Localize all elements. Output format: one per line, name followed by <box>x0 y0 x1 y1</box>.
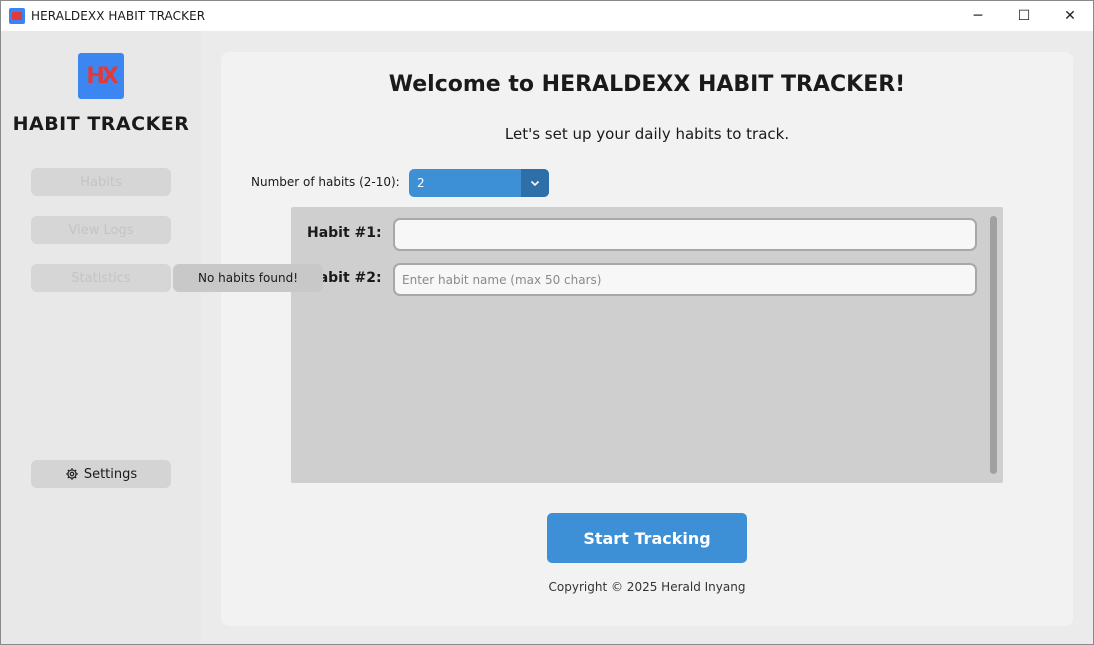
window-title: HERALDEXX HABIT TRACKER <box>31 9 206 23</box>
sidebar-item-habits[interactable]: Habits <box>31 168 171 196</box>
sidebar-item-statistics[interactable]: Statistics <box>31 264 171 292</box>
logo-icon: HX <box>78 53 124 99</box>
app-icon <box>9 8 25 24</box>
gear-icon <box>65 467 79 481</box>
main-panel: Welcome to HERALDEXX HABIT TRACKER! Let'… <box>221 52 1073 626</box>
close-button[interactable]: ✕ <box>1047 1 1093 31</box>
habit-input-2[interactable] <box>393 263 977 296</box>
page-subtitle: Let's set up your daily habits to track. <box>504 125 790 143</box>
copyright: Copyright © 2025 Herald Inyang <box>548 580 746 594</box>
minimize-button[interactable]: ─ <box>955 1 1001 31</box>
habit-count-value: 2 <box>417 176 425 190</box>
maximize-button[interactable]: ☐ <box>1001 1 1047 31</box>
habit-label-1: Habit #1: <box>307 225 382 241</box>
habit-count-dropdown[interactable]: 2 <box>409 169 549 197</box>
sidebar-title: HABIT TRACKER <box>12 113 190 135</box>
sidebar-item-view-logs[interactable]: View Logs <box>31 216 171 244</box>
sidebar: HX HABIT TRACKER Habits View Logs Statis… <box>1 31 201 644</box>
settings-label: Settings <box>83 466 138 482</box>
app-window: HERALDEXX HABIT TRACKER ─ ☐ ✕ HX HABIT T… <box>0 0 1094 645</box>
window-controls: ─ ☐ ✕ <box>955 1 1093 31</box>
chevron-down-icon[interactable] <box>521 169 549 197</box>
habit-count-label: Number of habits (2-10): <box>251 175 400 189</box>
tooltip: No habits found! <box>173 264 323 292</box>
habit-list[interactable]: Habit #1: Habit #2: <box>291 207 1003 483</box>
habit-input-1[interactable] <box>393 218 977 251</box>
settings-button[interactable]: Settings <box>31 460 171 488</box>
title-bar: HERALDEXX HABIT TRACKER ─ ☐ ✕ <box>1 1 1093 31</box>
start-tracking-button[interactable]: Start Tracking <box>547 513 747 563</box>
scrollbar[interactable] <box>990 216 997 474</box>
page-title: Welcome to HERALDEXX HABIT TRACKER! <box>388 72 906 97</box>
